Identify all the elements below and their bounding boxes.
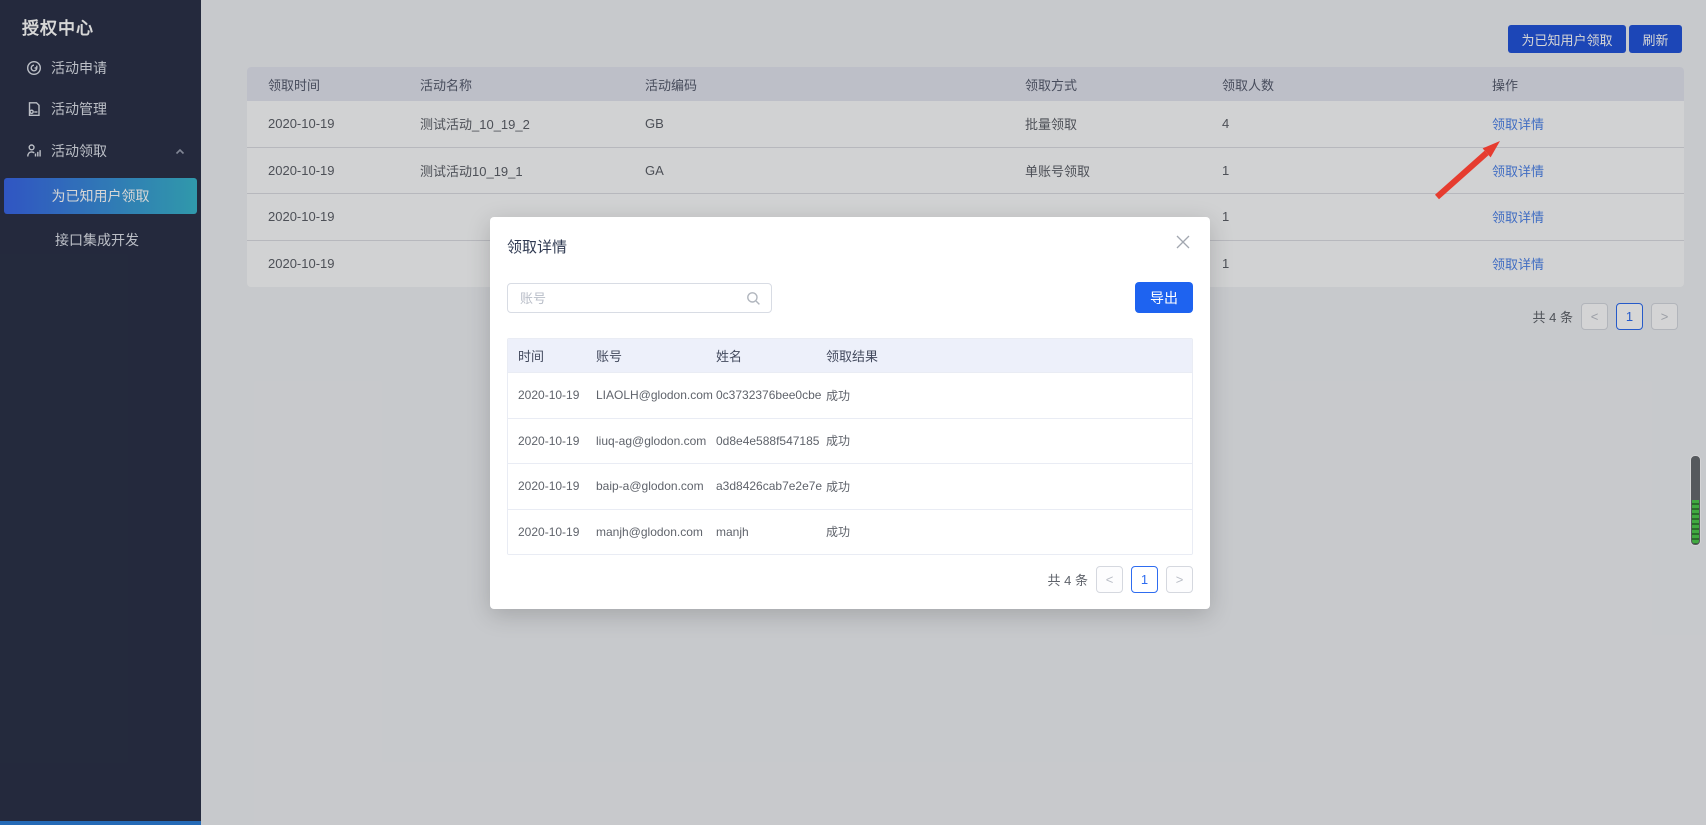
search-icon: [746, 291, 761, 306]
cell-time: 2020-10-19: [518, 479, 596, 493]
cell-result: 成功: [826, 432, 1192, 449]
chevron-left-icon: <: [1106, 572, 1114, 587]
modal-table-row: 2020-10-19 baip-a@glodon.com a3d8426cab7…: [508, 463, 1192, 509]
cell-result: 成功: [826, 387, 1192, 404]
chevron-right-icon: >: [1176, 572, 1184, 587]
cell-result: 成功: [826, 523, 1192, 540]
close-icon[interactable]: [1172, 231, 1194, 253]
cell-name: 0c3732376bee0cbe: [716, 388, 826, 402]
cell-time: 2020-10-19: [518, 525, 596, 539]
claim-detail-table: 时间 账号 姓名 领取结果 2020-10-19 LIAOLH@glodon.c…: [507, 338, 1193, 555]
cell-name: 0d8e4e588f547185: [716, 434, 826, 448]
page-number-button[interactable]: 1: [1131, 566, 1158, 593]
cell-name: manjh: [716, 525, 826, 539]
export-button[interactable]: 导出: [1135, 282, 1193, 313]
modal-table-row: 2020-10-19 manjh@glodon.com manjh 成功: [508, 509, 1192, 555]
modal-title: 领取详情: [507, 236, 567, 257]
cell-account: baip-a@glodon.com: [596, 479, 716, 493]
cell-time: 2020-10-19: [518, 434, 596, 448]
cell-result: 成功: [826, 478, 1192, 495]
scrollbar-progress-stripes: [1692, 500, 1699, 544]
scrollbar-thumb[interactable]: [1690, 455, 1701, 546]
account-search-box: [507, 283, 772, 313]
col-header-name: 姓名: [716, 346, 826, 365]
cell-account: manjh@glodon.com: [596, 525, 716, 539]
modal-table-row: 2020-10-19 LIAOLH@glodon.com 0c3732376be…: [508, 372, 1192, 418]
claim-detail-modal: 领取详情 导出 时间 账号 姓名 领取结果 2020-10-19 LIAOLH@…: [490, 217, 1210, 609]
total-count: 共 4 条: [1048, 570, 1088, 589]
modal-pagination: 共 4 条 < 1 >: [1048, 566, 1193, 593]
account-search-input[interactable]: [508, 291, 746, 306]
col-header-time: 时间: [518, 346, 596, 365]
modal-table-header-row: 时间 账号 姓名 领取结果: [508, 339, 1192, 372]
col-header-account: 账号: [596, 346, 716, 365]
cell-name: a3d8426cab7e2e7e: [716, 479, 826, 493]
cell-account: liuq-ag@glodon.com: [596, 434, 716, 448]
modal-table-row: 2020-10-19 liuq-ag@glodon.com 0d8e4e588f…: [508, 418, 1192, 464]
col-header-result: 领取结果: [826, 346, 1192, 365]
cell-time: 2020-10-19: [518, 388, 596, 402]
prev-page-button[interactable]: <: [1096, 566, 1123, 593]
cell-account: LIAOLH@glodon.com: [596, 388, 716, 402]
next-page-button[interactable]: >: [1166, 566, 1193, 593]
